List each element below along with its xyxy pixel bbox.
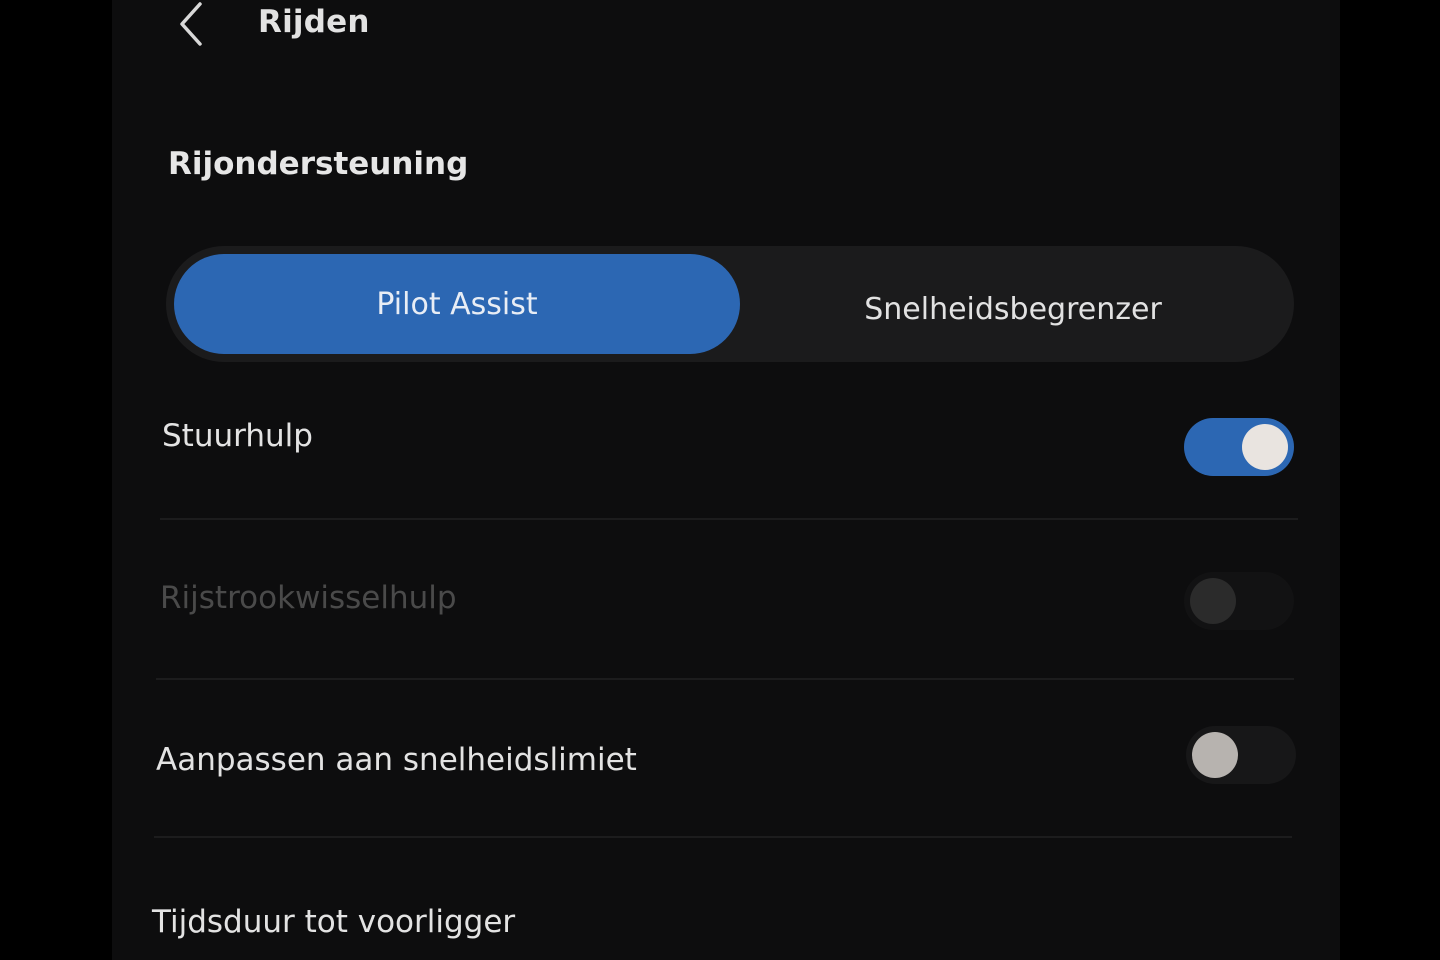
setting-row-stuurhulp: Stuurhulp xyxy=(162,380,1310,540)
divider xyxy=(154,836,1292,838)
segment-snelheidsbegrenzer[interactable]: Snelheidsbegrenzer xyxy=(740,254,1286,354)
toggle-knob xyxy=(1192,732,1238,778)
segment-label: Snelheidsbegrenzer xyxy=(864,291,1162,327)
mode-segmented-control: Pilot Assist Snelheidsbegrenzer xyxy=(166,246,1294,362)
chevron-left-icon xyxy=(180,2,202,46)
divider xyxy=(156,678,1294,680)
setting-label: Aanpassen aan snelheidslimiet xyxy=(156,742,637,778)
toggle-knob xyxy=(1242,424,1288,470)
toggle-knob xyxy=(1190,578,1236,624)
back-button[interactable] xyxy=(172,0,212,52)
rijstrookwisselhulp-toggle[interactable] xyxy=(1184,572,1294,630)
segment-label: Pilot Assist xyxy=(376,286,538,322)
setting-row-rijstrookwisselhulp: Rijstrookwisselhulp xyxy=(160,540,1308,700)
snelheidslimiet-toggle[interactable] xyxy=(1186,726,1296,784)
setting-row-tijdsduur[interactable]: Tijdsduur tot voorligger xyxy=(152,860,1300,960)
page-title: Rijden xyxy=(258,4,370,40)
setting-label: Rijstrookwisselhulp xyxy=(160,580,457,616)
section-title: Rijondersteuning xyxy=(168,146,469,182)
stuurhulp-toggle[interactable] xyxy=(1184,418,1294,476)
segment-pilot-assist[interactable]: Pilot Assist xyxy=(174,254,740,354)
setting-label: Tijdsduur tot voorligger xyxy=(152,904,516,940)
setting-label: Stuurhulp xyxy=(162,418,313,454)
divider xyxy=(160,518,1298,520)
